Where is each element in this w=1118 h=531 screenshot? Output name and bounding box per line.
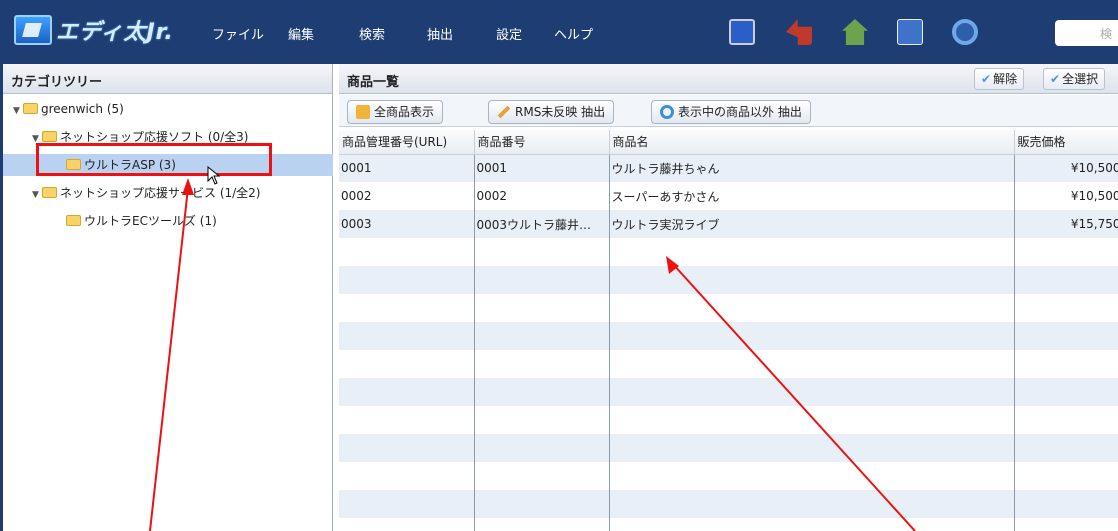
folder-icon xyxy=(23,103,38,114)
column-header-manage-no[interactable]: 商品管理番号(URL) xyxy=(339,130,475,155)
logo-text: エディ太Jr. xyxy=(56,20,174,45)
product-list-header: 商品一覧 ✔ 解除 ✔ 全選択 xyxy=(339,64,1118,94)
empty-row xyxy=(339,434,1118,462)
check-icon: ✔ xyxy=(981,72,992,86)
replace-icon[interactable] xyxy=(897,19,923,45)
expand-icon[interactable]: ▼ xyxy=(32,184,42,206)
category-tree-panel: カテゴリツリー ▼ greenwich (5) ▼ ネットショップ応援ソフト (0/… xyxy=(0,64,333,531)
table-row[interactable]: 0001 0001 ウルトラ藤井ちゃん ¥10,500 xyxy=(339,154,1118,182)
empty-row xyxy=(339,518,1118,531)
menu-edit[interactable]: 編集 xyxy=(288,24,314,43)
folder-icon xyxy=(42,187,57,198)
cell-name: ウルトラ藤井ちゃん xyxy=(609,154,1015,182)
mouse-cursor-icon xyxy=(207,166,221,185)
empty-row xyxy=(339,490,1118,518)
empty-row xyxy=(339,266,1118,294)
select-all-label: 全選択 xyxy=(1062,72,1099,86)
table-row[interactable]: 0002 0002 スーパーあすかさん ¥10,500 xyxy=(339,182,1118,210)
logo-icon xyxy=(14,15,52,45)
empty-row xyxy=(339,238,1118,266)
tree-item-label: ネットショップ応援サービス (1/全2) xyxy=(60,186,261,200)
pencil-icon xyxy=(497,105,511,119)
empty-row xyxy=(339,406,1118,434)
unselect-label: 解除 xyxy=(993,72,1018,86)
cell-manage-no: 0003 xyxy=(339,210,475,238)
highlight-box xyxy=(36,143,272,176)
product-table: 商品管理番号(URL) 商品番号 商品名 販売価格 0001 0001 ウルトラ… xyxy=(339,130,1118,531)
cell-name: スーパーあすかさん xyxy=(609,182,1015,210)
check-icon: ✔ xyxy=(1050,72,1061,86)
expand-icon[interactable]: ▼ xyxy=(13,100,23,122)
home-icon[interactable] xyxy=(842,19,868,45)
menu-settings[interactable]: 設定 xyxy=(496,24,522,43)
tree-item-label: ウルトラECツールズ (1) xyxy=(84,214,217,228)
undo-icon[interactable] xyxy=(786,19,812,45)
empty-row xyxy=(339,462,1118,490)
empty-row xyxy=(339,378,1118,406)
menu-help[interactable]: ヘルプ xyxy=(554,24,593,43)
column-header-name[interactable]: 商品名 xyxy=(609,130,1015,155)
cell-manage-no: 0001 xyxy=(339,154,475,182)
empty-row xyxy=(339,322,1118,350)
menu-file[interactable]: ファイル xyxy=(212,24,264,43)
table-row[interactable]: 0003 0003ウルトラ藤井… ウルトラ実況ライブ ¥15,750 xyxy=(339,210,1118,238)
cell-price: ¥10,500 xyxy=(1014,182,1118,210)
folder-icon xyxy=(66,215,81,226)
tree-item-netshop-service[interactable]: ▼ ネットショップ応援サービス (1/全2) xyxy=(32,182,261,204)
app-logo: エディ太Jr. xyxy=(14,12,174,48)
select-all-button[interactable]: ✔ 全選択 xyxy=(1043,68,1106,90)
category-tree-header: カテゴリツリー xyxy=(3,64,332,94)
cell-item-no: 0002 xyxy=(474,182,610,210)
app-toolbar: エディ太Jr. ファイル 編集 検索 抽出 設定 ヘルプ 検 xyxy=(0,0,1118,64)
tree-item-label: greenwich (5) xyxy=(41,102,124,116)
cell-item-no: 0001 xyxy=(474,154,610,182)
column-header-price[interactable]: 販売価格 xyxy=(1014,130,1118,155)
tree-item-ultra-ec-tools[interactable]: ウルトラECツールズ (1) xyxy=(66,210,217,232)
product-toolbar: 全商品表示 RMS未反映 抽出 表示中の商品以外 抽出 xyxy=(339,95,1118,127)
empty-row xyxy=(339,350,1118,378)
save-icon[interactable] xyxy=(729,19,755,45)
unselect-button[interactable]: ✔ 解除 xyxy=(974,68,1025,90)
column-header-item-no[interactable]: 商品番号 xyxy=(474,130,610,155)
show-all-label: 全商品表示 xyxy=(374,105,435,119)
menu-extract[interactable]: 抽出 xyxy=(427,24,453,43)
show-all-button[interactable]: 全商品表示 xyxy=(347,100,444,124)
cell-name: ウルトラ実況ライブ xyxy=(609,210,1015,238)
box-icon xyxy=(356,105,370,119)
refresh-icon xyxy=(660,105,674,119)
search-icon[interactable] xyxy=(952,19,978,45)
tree-item-label: ネットショップ応援ソフト (0/全3) xyxy=(60,130,249,144)
cell-price: ¥15,750 xyxy=(1014,210,1118,238)
other-extract-label: 表示中の商品以外 抽出 xyxy=(678,105,802,119)
menu-search[interactable]: 検索 xyxy=(359,24,385,43)
empty-row xyxy=(339,294,1118,322)
cell-manage-no: 0002 xyxy=(339,182,475,210)
rms-extract-label: RMS未反映 抽出 xyxy=(515,105,606,119)
product-list-panel: 商品一覧 ✔ 解除 ✔ 全選択 全商品表示 RMS未反映 抽出 表示中の商品以外 抽… xyxy=(339,64,1118,531)
rms-extract-button[interactable]: RMS未反映 抽出 xyxy=(488,100,615,124)
cell-item-no: 0003ウルトラ藤井… xyxy=(474,210,610,238)
folder-icon xyxy=(42,131,57,142)
tree-item-greenwich[interactable]: ▼ greenwich (5) xyxy=(13,98,124,120)
cell-price: ¥10,500 xyxy=(1014,154,1118,182)
search-input[interactable]: 検 xyxy=(1055,20,1118,46)
other-extract-button[interactable]: 表示中の商品以外 抽出 xyxy=(651,100,811,124)
product-list-title: 商品一覧 xyxy=(347,75,400,90)
